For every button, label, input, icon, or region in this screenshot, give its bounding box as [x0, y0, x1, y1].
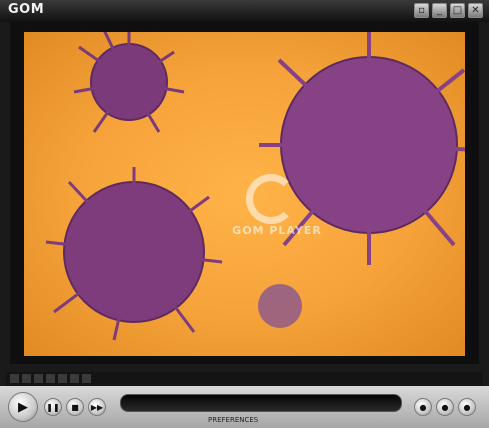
- video-area[interactable]: GOM PLAYER: [24, 32, 465, 356]
- maximize-button[interactable]: □: [450, 3, 465, 18]
- equalizer-icon: ●: [441, 402, 449, 412]
- preferences-label[interactable]: PREFERENCES: [208, 416, 258, 424]
- open-icon: ●: [463, 402, 471, 412]
- status-indicator: [10, 374, 19, 383]
- seek-bar[interactable]: [120, 394, 402, 412]
- virus-image-small-center: [258, 284, 302, 328]
- title-bar[interactable]: GOM ▫ _ □ ✕: [0, 0, 489, 22]
- status-indicator: [22, 374, 31, 383]
- virus-image-bottom-left: [45, 167, 223, 341]
- status-indicator: [82, 374, 91, 383]
- stop-button[interactable]: ■: [66, 398, 84, 416]
- play-icon: ▶: [18, 399, 28, 415]
- close-button[interactable]: ✕: [468, 3, 483, 18]
- watermark-text: GOM PLAYER: [232, 224, 322, 237]
- playlist-button[interactable]: ●: [414, 398, 432, 416]
- status-strip: [6, 372, 483, 386]
- gom-watermark: GOM PLAYER: [232, 174, 322, 254]
- status-indicator: [70, 374, 79, 383]
- play-button[interactable]: ▶: [8, 392, 38, 422]
- minimize-button[interactable]: _: [432, 3, 447, 18]
- playlist-icon: ●: [419, 402, 427, 412]
- logo-text: GOM: [8, 2, 45, 17]
- next-button[interactable]: ▶▶: [88, 398, 106, 416]
- status-indicator: [46, 374, 55, 383]
- next-icon: ▶▶: [90, 402, 104, 412]
- status-indicator: [58, 374, 67, 383]
- open-file-button[interactable]: ●: [458, 398, 476, 416]
- pause-icon: ❚❚: [46, 402, 60, 412]
- equalizer-button[interactable]: ●: [436, 398, 454, 416]
- app-logo: GOM: [8, 2, 44, 20]
- stop-icon: ■: [71, 402, 79, 412]
- virus-image-top-left: [73, 32, 185, 133]
- watermark-logo-ring: [246, 174, 296, 224]
- pause-button[interactable]: ❚❚: [44, 398, 62, 416]
- gom-player-window: GOM ▫ _ □ ✕ GOM PLAYER ▶ ❚❚ ■ ▶▶ PREFERE…: [0, 0, 489, 428]
- mini-mode-button[interactable]: ▫: [414, 3, 429, 18]
- window-controls: ▫ _ □ ✕: [414, 3, 483, 18]
- status-indicator: [34, 374, 43, 383]
- video-frame: GOM PLAYER: [10, 22, 479, 364]
